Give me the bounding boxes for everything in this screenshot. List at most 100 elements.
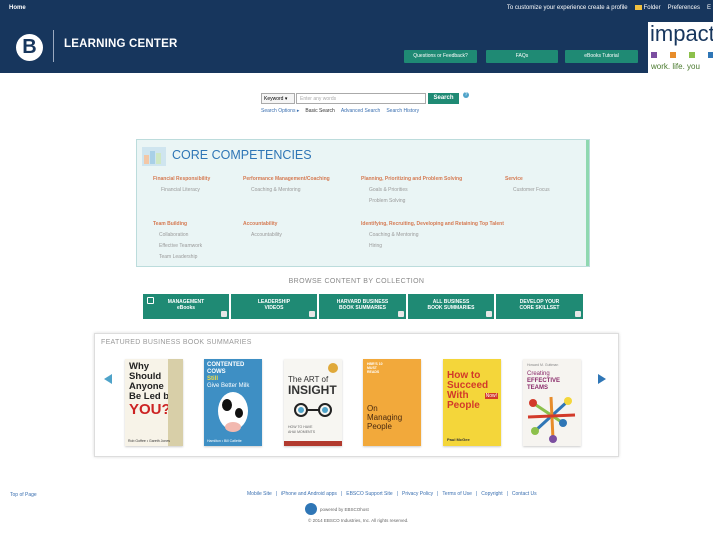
collection-label: VIDEOS [264, 305, 284, 311]
ebooks-tutorial-button[interactable]: eBooks Tutorial [565, 50, 638, 63]
book-title-line: INSIGHT [288, 383, 337, 397]
top-of-page-link[interactable]: Top of Page [10, 492, 37, 498]
collection-label: BOOK SUMMARIES [339, 305, 386, 311]
powered-by-text: powered by EBSCOhost [320, 507, 369, 512]
team-network-icon [527, 396, 576, 443]
book-spine [168, 359, 183, 446]
help-icon[interactable]: ? [463, 91, 469, 98]
category-performance[interactable]: Performance Management/Coaching [243, 176, 330, 182]
carousel-next-arrow-icon[interactable] [598, 374, 606, 384]
book-badge-icon [328, 363, 338, 373]
impact-square [708, 52, 713, 58]
footer-separator: | [340, 491, 343, 497]
category-accountability[interactable]: Accountability [243, 221, 277, 227]
search-bar: Keyword ▾ Enter any words Search ? [261, 91, 469, 105]
preferences-link[interactable]: Preferences [668, 5, 700, 11]
folder-icon [634, 5, 642, 10]
search-history-link[interactable]: Search History [386, 108, 419, 114]
footer-link-apps[interactable]: iPhone and Android apps [281, 491, 337, 497]
play-icon [309, 311, 315, 317]
core-competencies-panel: CORE COMPETENCIES Financial Responsibili… [136, 139, 590, 267]
impact-tagline: work. life. you [651, 62, 700, 71]
topic-accountability[interactable]: Accountability [251, 232, 282, 238]
topic-collaboration[interactable]: Collaboration [159, 232, 188, 238]
ebsco-host-logo-icon[interactable] [305, 503, 317, 515]
folder-link[interactable]: Folder [634, 5, 661, 12]
search-scope-select[interactable]: Keyword ▾ [261, 93, 295, 104]
cow-illustration-icon [218, 392, 248, 432]
book-title-line: Managing [367, 413, 403, 422]
search-button[interactable]: Search [428, 93, 459, 104]
topic-customer-focus[interactable]: Customer Focus [513, 187, 550, 193]
category-team-building[interactable]: Team Building [153, 221, 187, 227]
impact-logo[interactable]: impact work. life. you [648, 22, 713, 73]
category-financial[interactable]: Financial Responsibility [153, 176, 210, 182]
book-title-line: EFFECTIVE TEAMS [527, 378, 561, 391]
competencies-icon-graphic [144, 151, 161, 164]
footer-separator: | [437, 491, 439, 497]
lock-icon [147, 297, 154, 304]
topic-team-leadership[interactable]: Team Leadership [159, 254, 197, 260]
footer-separator: | [396, 491, 398, 497]
collection-all-business-summaries[interactable]: ALL BUSINESS BOOK SUMMARIES [408, 294, 494, 319]
feedback-button[interactable]: Questions or Feedback? [404, 50, 477, 63]
search-options-link[interactable]: Search Options ▸ [261, 108, 299, 114]
impact-square [689, 52, 695, 58]
faqs-button[interactable]: FAQs [486, 50, 558, 63]
create-profile-link[interactable]: To customize your experience create a pr… [507, 5, 628, 11]
topic-talent-coaching[interactable]: Coaching & Mentoring [369, 232, 418, 238]
top-bar-links: To customize your experience create a pr… [507, 5, 711, 11]
book-title: The ART of INSIGHT [288, 375, 337, 397]
search-input[interactable]: Enter any words [296, 93, 426, 104]
panel-accent [586, 140, 589, 266]
collection-management-ebooks[interactable]: MANAGEMENT eBooks [143, 294, 229, 319]
book-title-line: People [367, 422, 392, 431]
footer-link-copyright[interactable]: Copyright [481, 491, 502, 497]
footer-link-mobile[interactable]: Mobile Site [247, 491, 272, 497]
folder-label: Folder [643, 5, 661, 12]
core-competencies-title: CORE COMPETENCIES [172, 148, 312, 162]
basic-search-link[interactable]: Basic Search [305, 108, 334, 114]
footer-link-terms[interactable]: Terms of Use [442, 491, 471, 497]
category-talent[interactable]: Identifying, Recruiting, Developing and … [361, 221, 504, 227]
topic-hiring[interactable]: Hiring [369, 243, 382, 249]
footer-links: Mobile Site | iPhone and Android apps | EB… [247, 491, 537, 497]
carousel-prev-arrow-icon[interactable] [104, 374, 112, 384]
collection-leadership-videos[interactable]: LEADERSHIP VIDEOS [231, 294, 317, 319]
topic-problem-solving[interactable]: Problem Solving [369, 198, 405, 204]
featured-title: FEATURED BUSINESS BOOK SUMMARIES [101, 339, 252, 346]
collection-harvard-summaries[interactable]: HARVARD BUSINESS BOOK SUMMARIES [319, 294, 406, 319]
page-title: LEARNING CENTER [64, 38, 178, 50]
search-scope-value: Keyword [264, 96, 284, 102]
home-link[interactable]: Home [9, 5, 26, 11]
featured-summaries-carousel: FEATURED BUSINESS BOOK SUMMARIES Why Sho… [94, 333, 619, 457]
book-cover-effective-teams[interactable]: Howard M. Guttman Creating EFFECTIVE TEA… [523, 359, 581, 446]
book-cover-how-to-succeed[interactable]: How to Succeed With People Now! Paul McG… [443, 359, 501, 446]
search-links: Search Options ▸ Basic Search Advanced S… [261, 108, 419, 114]
topic-effective-teamwork[interactable]: Effective Teamwork [159, 243, 202, 249]
category-planning[interactable]: Planning, Prioritizing and Problem Solvi… [361, 176, 462, 182]
book-cover-art-of-insight[interactable]: The ART of INSIGHT HOW TO HAVE AHA! MOME… [284, 359, 342, 446]
footer-link-privacy[interactable]: Privacy Policy [402, 491, 433, 497]
collection-core-skillset[interactable]: DEVELOP YOUR CORE SKILLSET [496, 294, 583, 319]
e-link[interactable]: E [707, 5, 711, 11]
footer-link-support[interactable]: EBSCO Support Site [346, 491, 392, 497]
glasses-icon [294, 403, 332, 417]
book-cover-managing-people[interactable]: HBR'S 10 MUST READS On Managing People [363, 359, 421, 446]
book-authors: Paul McGee [447, 437, 470, 442]
business-logo[interactable]: B [16, 34, 43, 61]
footer-separator: | [506, 491, 508, 497]
footer-separator: | [475, 491, 478, 497]
footer-link-contact[interactable]: Contact Us [512, 491, 537, 497]
topic-coaching-mentoring[interactable]: Coaching & Mentoring [251, 187, 300, 193]
impact-wordmark: impact [650, 22, 713, 46]
competencies-icon [142, 147, 166, 166]
book-subtitle: HOW TO HAVE [288, 425, 313, 429]
book-cover-contented-cows[interactable]: CONTENTED COWS Still Give Better Milk Ha… [204, 359, 262, 446]
topic-financial-literacy[interactable]: Financial Literacy [161, 187, 200, 193]
advanced-search-link[interactable]: Advanced Search [341, 108, 380, 114]
category-service[interactable]: Service [505, 176, 523, 182]
book-cover-why-should-anyone[interactable]: Why Should Anyone Be Led by YOU? Rob Gof… [125, 359, 183, 446]
footer-separator: | [275, 491, 278, 497]
topic-goals-priorities[interactable]: Goals & Priorities [369, 187, 408, 193]
